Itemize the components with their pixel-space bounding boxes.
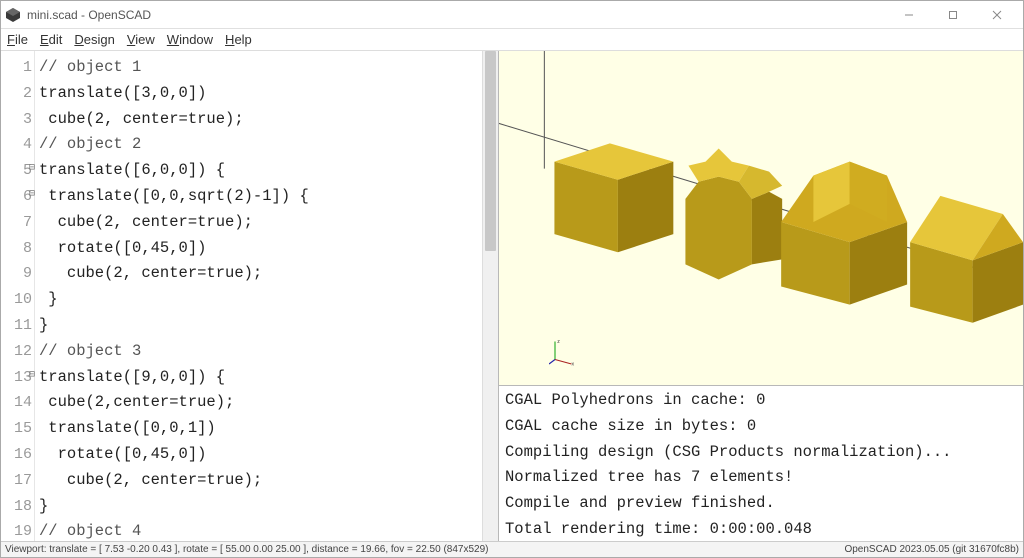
status-bar: Viewport: translate = [ 7.53 -0.20 0.43 … [1, 541, 1023, 557]
line-number: 12 [1, 339, 34, 365]
line-number: 15 [1, 416, 34, 442]
line-number: 7 [1, 210, 34, 236]
line-number: 3 [1, 107, 34, 133]
fold-icon[interactable]: ⊟ [29, 371, 35, 381]
preview-object-4 [910, 196, 1023, 323]
scrollbar-thumb[interactable] [485, 51, 496, 251]
line-number: 18 [1, 494, 34, 520]
line-number: 2 [1, 81, 34, 107]
code-editor[interactable]: // object 1 translate([3,0,0]) cube(2, c… [35, 51, 482, 541]
title-bar: mini.scad - OpenSCAD [1, 1, 1023, 29]
svg-text:x: x [572, 362, 575, 368]
line-number-gutter: 1 2 3 4 5⊟ 6⊟ 7 8 9 10 11 12 13⊟ 14 15 1… [1, 51, 35, 541]
render-canvas [499, 51, 1023, 385]
status-viewport-info: Viewport: translate = [ 7.53 -0.20 0.43 … [5, 544, 488, 555]
window-title: mini.scad - OpenSCAD [27, 8, 887, 22]
svg-text:z: z [557, 339, 560, 345]
line-number: 13⊟ [1, 365, 34, 391]
status-version: OpenSCAD 2023.05.05 (git 31670fc8b) [844, 544, 1019, 555]
console-line: CGAL cache size in bytes: 0 [505, 417, 756, 435]
console-output[interactable]: CGAL Polyhedrons in cache: 0 CGAL cache … [499, 386, 1023, 541]
line-number: 6⊟ [1, 184, 34, 210]
console-line: Normalized tree has 7 elements! [505, 468, 793, 486]
menu-design[interactable]: Design [74, 32, 114, 47]
maximize-button[interactable] [931, 1, 975, 29]
menu-file[interactable]: File [7, 32, 28, 47]
editor-scrollbar[interactable] [482, 51, 498, 541]
line-number: 4 [1, 132, 34, 158]
close-button[interactable] [975, 1, 1019, 29]
preview-object-1 [554, 143, 673, 252]
preview-object-2 [685, 148, 782, 279]
line-number: 8 [1, 236, 34, 262]
console-line: Compile and preview finished. [505, 494, 775, 512]
console-line: CGAL Polyhedrons in cache: 0 [505, 391, 765, 409]
line-number: 19 [1, 519, 34, 545]
line-number: 5⊟ [1, 158, 34, 184]
line-number: 11 [1, 313, 34, 339]
menu-edit[interactable]: Edit [40, 32, 62, 47]
line-number: 14 [1, 390, 34, 416]
fold-icon[interactable]: ⊟ [29, 164, 35, 174]
fold-icon[interactable]: ⊟ [29, 190, 35, 200]
main-area: 1 2 3 4 5⊟ 6⊟ 7 8 9 10 11 12 13⊟ 14 15 1… [1, 51, 1023, 541]
line-number: 9 [1, 261, 34, 287]
preview-object-3 [781, 162, 907, 305]
console-line: Total rendering time: 0:00:00.048 [505, 520, 812, 538]
menu-help[interactable]: Help [225, 32, 252, 47]
editor-pane: 1 2 3 4 5⊟ 6⊟ 7 8 9 10 11 12 13⊟ 14 15 1… [1, 51, 499, 541]
minimize-button[interactable] [887, 1, 931, 29]
menu-bar: File Edit Design View Window Help [1, 29, 1023, 51]
axis-gizmo: z x [549, 337, 579, 367]
menu-window[interactable]: Window [167, 32, 213, 47]
menu-view[interactable]: View [127, 32, 155, 47]
console-line: Compiling design (CSG Products normaliza… [505, 443, 951, 461]
3d-viewport[interactable]: z x [499, 51, 1023, 386]
line-number: 10 [1, 287, 34, 313]
app-icon [5, 7, 21, 23]
line-number: 1 [1, 55, 34, 81]
line-number: 17 [1, 468, 34, 494]
line-number: 16 [1, 442, 34, 468]
right-pane: z x CGAL Polyhedrons in cache: 0 CGAL ca… [499, 51, 1023, 541]
